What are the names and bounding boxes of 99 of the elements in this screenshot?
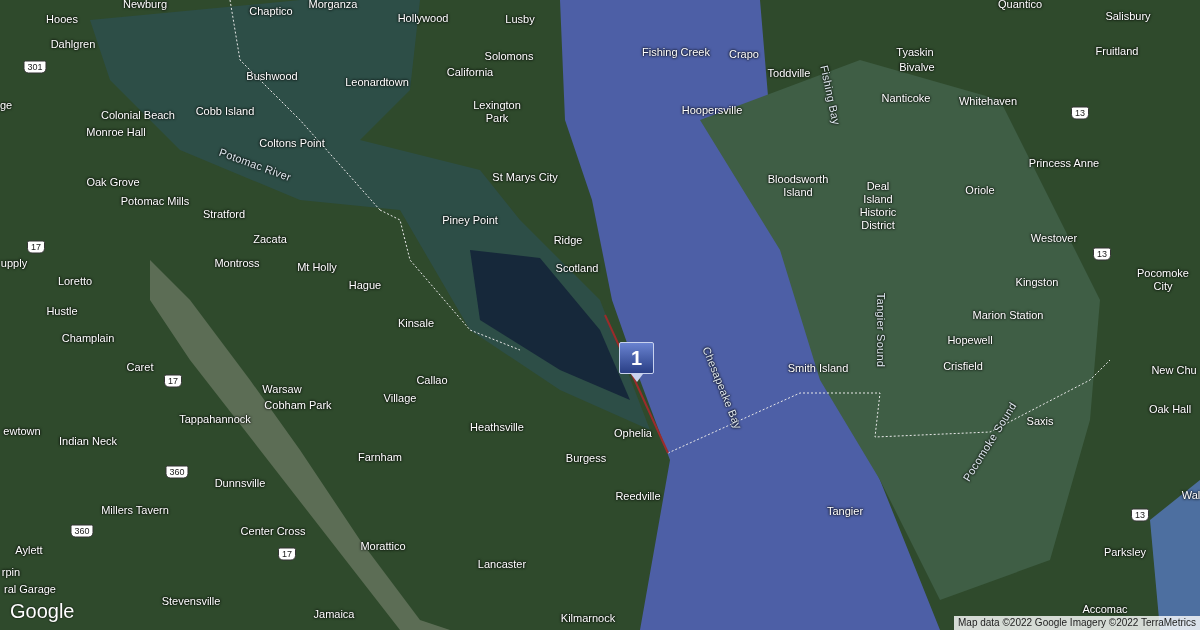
place-label: Loretto	[57, 274, 93, 288]
place-label: Ridge	[553, 233, 583, 247]
place-label: Kingston	[1015, 275, 1059, 289]
place-label: Hollywood	[397, 11, 449, 25]
place-label: Lusby	[505, 12, 535, 26]
map-attribution: Map data ©2022 Google Imagery ©2022 TerraMetrics	[954, 616, 1200, 630]
place-label: California	[446, 65, 494, 79]
place-label: Dahlgren	[50, 37, 96, 51]
place-label: Whitehaven	[958, 94, 1018, 108]
water-label: Fishing Bay	[817, 64, 843, 126]
place-label: Colonial Beach	[101, 108, 175, 122]
route-shield: 360	[70, 524, 94, 538]
place-label: New Chu	[1151, 363, 1197, 377]
water-label: Tangier Sound	[873, 292, 887, 368]
place-label: ewtown	[3, 424, 41, 438]
place-label: Burgess	[565, 451, 607, 465]
place-label: Bloodsworth Island	[767, 173, 829, 199]
place-label: Salisbury	[1105, 9, 1151, 23]
place-label: Montross	[214, 256, 260, 270]
place-label: Solomons	[484, 49, 534, 63]
place-label: Marion Station	[972, 308, 1044, 322]
place-label: ge	[0, 98, 13, 112]
place-label: Coltons Point	[259, 136, 325, 149]
place-label: Leonardtown	[345, 75, 409, 89]
place-label: Ophelia	[614, 426, 652, 440]
place-label: Toddville	[767, 66, 811, 80]
place-label: Cobham Park	[264, 398, 332, 412]
place-label: Fruitland	[1095, 44, 1139, 58]
place-label: Wal	[1181, 488, 1200, 502]
place-label: Saxis	[1026, 414, 1054, 428]
route-shield: 301	[23, 60, 47, 74]
place-label: Aylett	[15, 543, 43, 557]
place-label: Champlain	[61, 331, 115, 345]
place-label: Kinsale	[397, 316, 435, 330]
place-label: Dunnsville	[214, 476, 266, 490]
place-label: Center Cross	[240, 524, 306, 538]
place-label: Deal Island Historic District	[859, 180, 897, 232]
place-label: Bushwood	[246, 69, 298, 83]
place-label: Smith Island	[787, 361, 849, 375]
place-label: Nanticoke	[881, 91, 931, 105]
place-label: Kilmarnock	[560, 611, 616, 625]
route-shield: 360	[165, 465, 189, 479]
place-label: Tyaskin	[896, 45, 934, 59]
place-label: Oak Hall	[1148, 402, 1192, 416]
place-label: Heathsville	[470, 420, 524, 434]
place-label: Potomac Mills	[120, 194, 190, 208]
place-label: Millers Tavern	[101, 503, 169, 517]
route-shield: 17	[164, 374, 182, 388]
place-label: Pocomoke City	[1137, 267, 1189, 293]
place-label: Lancaster	[477, 557, 527, 571]
place-label: Oriole	[965, 183, 995, 197]
place-label: Hague	[348, 278, 382, 292]
place-label: Crapo	[729, 47, 759, 61]
route-shield: 13	[1131, 508, 1149, 522]
route-shield: 17	[278, 547, 296, 561]
place-label: Morganza	[308, 0, 358, 11]
place-label: Tappahannock	[179, 412, 251, 426]
place-label: Stevensville	[161, 594, 221, 608]
place-label: Tangier	[826, 504, 864, 518]
place-label: Scotland	[555, 261, 599, 275]
place-label: Westover	[1030, 231, 1078, 245]
place-label: Farnham	[358, 450, 402, 464]
place-label: Hooes	[46, 12, 78, 26]
place-label: Accomac	[1082, 602, 1128, 616]
place-label: Quantico	[998, 0, 1042, 11]
place-label: Lexington Park	[473, 99, 521, 125]
place-label: Hopewell	[947, 333, 993, 347]
place-label: Newburg	[123, 0, 167, 11]
place-label: upply	[0, 256, 28, 270]
place-label: Reedville	[615, 489, 661, 503]
place-label: Caret	[126, 360, 154, 374]
place-label: Princess Anne	[1028, 156, 1100, 170]
place-label: Chaptico	[249, 4, 293, 18]
place-label: Callao	[416, 373, 448, 387]
place-label: Cobb Island	[195, 104, 255, 118]
place-label: Piney Point	[442, 213, 498, 227]
place-label: Village	[383, 391, 417, 405]
place-label: St Marys City	[492, 170, 558, 184]
place-label: Warsaw	[262, 382, 302, 396]
route-shield: 17	[27, 240, 45, 254]
place-label: Stratford	[202, 207, 246, 221]
place-label: Hustle	[46, 304, 78, 318]
google-logo: Google	[10, 599, 75, 624]
place-label: Zacata	[253, 232, 287, 246]
place-label: ral Garage	[4, 582, 56, 596]
place-label: Morattico	[360, 539, 406, 553]
route-shield: 13	[1071, 106, 1089, 120]
place-label: Parksley	[1103, 545, 1147, 559]
place-label: Bivalve	[899, 60, 935, 74]
place-label: Mt Holly	[297, 260, 337, 274]
place-label: rpin	[1, 565, 21, 579]
place-label: Indian Neck	[58, 434, 118, 448]
place-label: Monroe Hall	[86, 125, 146, 139]
route-shield: 13	[1093, 247, 1111, 261]
place-label: Jamaica	[313, 607, 355, 621]
place-label: Fishing Creek	[642, 45, 710, 59]
place-label: Crisfield	[943, 359, 983, 373]
place-label: Hoopersville	[681, 103, 743, 117]
place-label: Oak Grove	[86, 175, 140, 189]
